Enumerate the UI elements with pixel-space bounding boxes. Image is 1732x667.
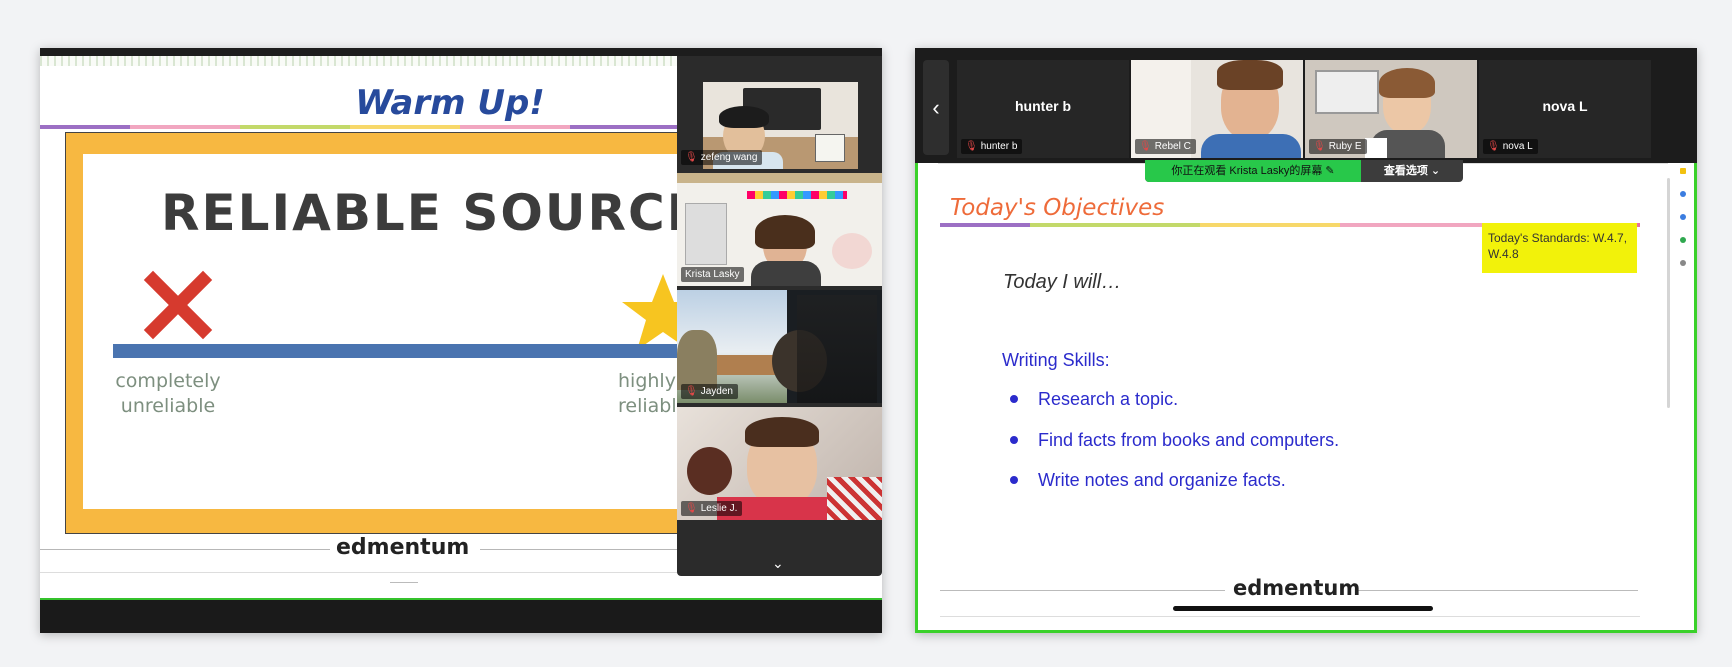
title-stripe <box>40 125 130 129</box>
mic-muted-icon: 🎙 <box>685 503 698 514</box>
title-stripe <box>1030 223 1200 227</box>
participant-name-tag: 🎙 Rebel C <box>1135 139 1196 154</box>
list-item-text: Write notes and organize facts. <box>1038 470 1286 490</box>
note-icon[interactable] <box>1680 168 1686 174</box>
edmentum-logo: edmentum <box>336 535 470 560</box>
person-icon[interactable] <box>1680 214 1686 220</box>
footer-line <box>940 590 1225 591</box>
participant-tile[interactable]: Krista Lasky <box>677 173 882 286</box>
slide-heading: RELIABLE SOURCES <box>161 184 741 242</box>
chevron-left-icon[interactable]: ‹ <box>923 60 949 155</box>
left-screenshot: Warm Up! RELIABLE SOURCES completely unr… <box>40 48 882 633</box>
slide-title: Warm Up! <box>355 83 545 123</box>
shared-document: Today's Objectives Today's Standards: W.… <box>915 163 1697 633</box>
participant-tile[interactable]: 🎙 Jayden <box>677 290 882 403</box>
title-stripe <box>1200 223 1340 227</box>
participant-strip: ‹ hunter b 🎙 hunter b 🎙 Rebel C 🎙 Ruby E no… <box>915 48 1697 163</box>
bullet-icon <box>1010 476 1018 484</box>
participant-display-name: nova L <box>1542 98 1588 114</box>
bullet-icon <box>1010 436 1018 444</box>
bullet-icon <box>1010 395 1018 403</box>
chevron-down-icon: ⌄ <box>1430 165 1441 177</box>
objectives-title: Today's Objectives <box>950 195 1165 221</box>
participant-name-tag: 🎙 nova L <box>1483 139 1538 154</box>
title-stripe <box>1340 223 1490 227</box>
list-item: Research a topic. <box>1002 389 1178 410</box>
title-stripe <box>240 125 350 129</box>
participant-name-tag: Krista Lasky <box>681 267 745 282</box>
mic-muted-icon: 🎙 <box>685 152 698 163</box>
participant-name: Jayden <box>700 386 733 397</box>
pin-icon: ✎ <box>1325 165 1335 177</box>
doc-side-toolbar <box>1677 168 1691 568</box>
list-item: Find facts from books and computers. <box>1002 430 1339 451</box>
list-item-text: Research a topic. <box>1038 389 1179 409</box>
participant-gallery[interactable]: 🎙 zefeng wang Krista Lasky 🎙 Jayden 🎙 Le… <box>677 56 882 576</box>
x-mark-icon <box>143 270 213 340</box>
plus-icon[interactable] <box>1680 260 1686 266</box>
label-unreliable: completely unreliable <box>108 369 228 419</box>
viewing-notice-text: 你正在观看 Krista Lasky的屏幕 <box>1171 165 1323 177</box>
participant-name-tag: 🎙 Leslie J. <box>681 501 743 516</box>
title-stripe <box>570 125 680 129</box>
view-options-button[interactable]: 查看选项 ⌄ <box>1361 160 1463 182</box>
slide-inner: RELIABLE SOURCES completely unreliable h… <box>83 154 739 509</box>
list-item-text: Find facts from books and computers. <box>1038 430 1340 450</box>
participant-display-name: hunter b <box>1015 98 1071 114</box>
intro-text: Today I will… <box>1003 271 1122 293</box>
title-stripe <box>350 125 460 129</box>
participant-tile[interactable]: 🎙 zefeng wang <box>677 56 882 169</box>
participant-name-tag: 🎙 hunter b <box>961 139 1023 154</box>
participant-tile[interactable]: 🎙 Leslie J. <box>677 407 882 520</box>
right-screenshot: ‹ hunter b 🎙 hunter b 🎙 Rebel C 🎙 Ruby E no… <box>915 48 1697 633</box>
standards-note: Today's Standards: W.4.7, W.4.8 <box>1482 223 1637 273</box>
footer-line <box>40 549 330 550</box>
list-item: Write notes and organize facts. <box>1002 470 1286 491</box>
screen-share-banner: 你正在观看 Krista Lasky的屏幕 ✎ 查看选项 ⌄ <box>1145 160 1463 182</box>
section-heading: Writing Skills: <box>1002 350 1110 370</box>
participant-name: Leslie J. <box>700 503 738 514</box>
mic-muted-icon: 🎙 <box>1313 141 1326 152</box>
view-options-label: 查看选项 <box>1383 165 1428 177</box>
reliability-scale <box>113 344 733 358</box>
participant-name: Ruby E <box>1328 141 1362 152</box>
participant-name: zefeng wang <box>700 152 758 163</box>
participant-name: Rebel C <box>1154 141 1191 152</box>
mic-muted-icon: 🎙 <box>1139 141 1152 152</box>
chevron-down-icon[interactable]: ⌄ <box>772 555 784 572</box>
participant-tile[interactable]: hunter b 🎙 hunter b <box>957 60 1129 158</box>
doc-bottom-line <box>940 616 1640 617</box>
participant-name-tag: 🎙 Jayden <box>681 384 738 399</box>
mic-muted-icon: 🎙 <box>965 141 978 152</box>
participant-name: nova L <box>1502 141 1533 152</box>
title-stripe <box>940 223 1030 227</box>
home-indicator[interactable] <box>1173 606 1433 611</box>
participant-tile[interactable]: 🎙 Rebel C <box>1131 60 1303 158</box>
viewing-notice: 你正在观看 Krista Lasky的屏幕 ✎ <box>1145 160 1361 182</box>
label-line: unreliable <box>120 395 216 417</box>
slide-frame: RELIABLE SOURCES completely unreliable h… <box>65 132 739 534</box>
title-stripe <box>130 125 240 129</box>
participant-name-tag: 🎙 Ruby E <box>1309 139 1367 154</box>
map-pin-icon[interactable] <box>1680 237 1686 243</box>
scrollbar[interactable] <box>1667 178 1670 408</box>
edmentum-logo: edmentum <box>1233 576 1361 600</box>
participant-name: Krista Lasky <box>685 269 740 280</box>
participant-name: hunter b <box>980 141 1018 152</box>
slide-handle <box>390 582 418 583</box>
participant-tile[interactable]: nova L 🎙 nova L <box>1479 60 1651 158</box>
search-icon[interactable] <box>1680 191 1686 197</box>
participant-tile[interactable]: 🎙 Ruby E <box>1305 60 1477 158</box>
footer-line <box>1358 590 1638 591</box>
mic-muted-icon: 🎙 <box>1487 141 1500 152</box>
participant-name-tag: 🎙 zefeng wang <box>681 150 763 165</box>
label-line: completely <box>115 370 221 392</box>
mic-muted-icon: 🎙 <box>685 386 698 397</box>
window-bottom-bar <box>40 598 882 633</box>
title-stripe <box>460 125 570 129</box>
